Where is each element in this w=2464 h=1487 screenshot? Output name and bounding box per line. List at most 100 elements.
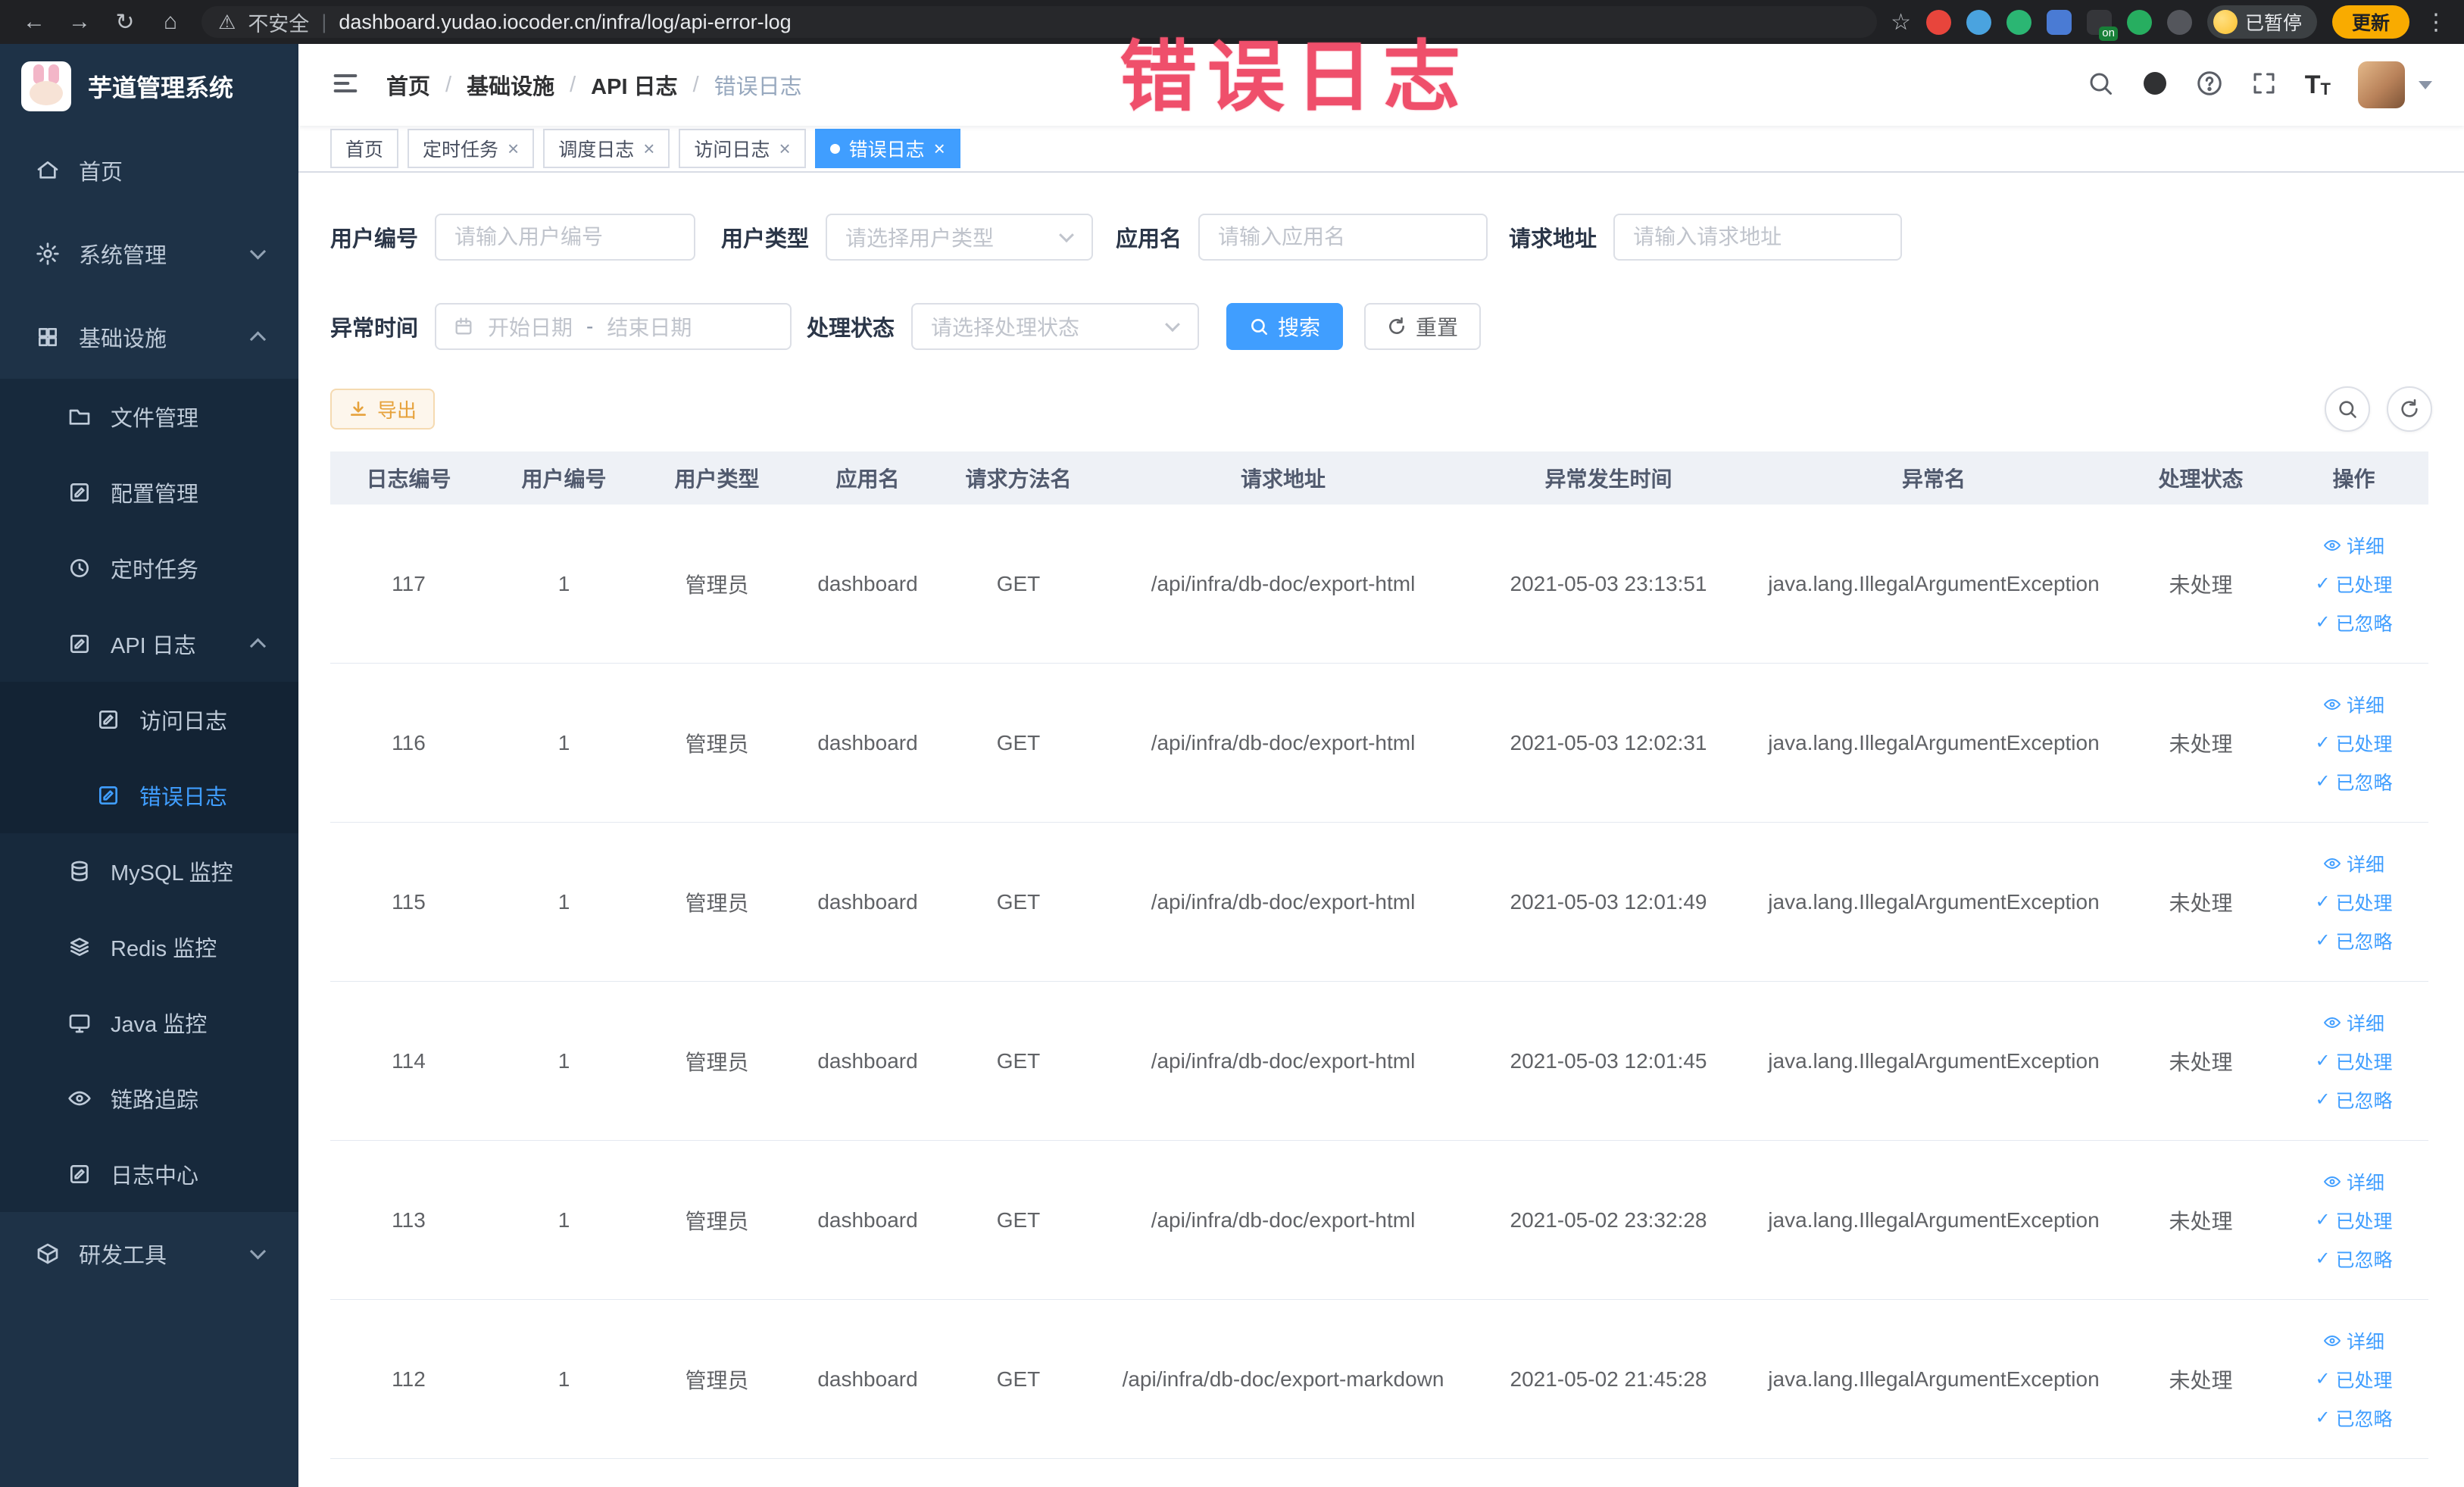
detail-link[interactable]: 详细 [2323, 532, 2384, 559]
ignored-link[interactable]: ✓ 已忽略 [2315, 1404, 2392, 1432]
ignored-link[interactable]: ✓ 已忽略 [2315, 609, 2392, 636]
check-icon: ✓ [2315, 1050, 2331, 1071]
avatar[interactable] [2358, 61, 2405, 108]
process-status-select[interactable]: 请选择处理状态 [911, 303, 1200, 350]
sidebar-item-infrastructure[interactable]: 基础设施 [0, 295, 298, 379]
browser-menu-icon[interactable]: ⋮ [2425, 9, 2447, 36]
detail-link[interactable]: 详细 [2323, 691, 2384, 718]
extension-icon[interactable]: on [2086, 9, 2118, 41]
sidebar-item-label: 基础设施 [79, 327, 167, 351]
detail-link[interactable]: 详细 [2323, 1327, 2384, 1354]
chevron-down-icon [1165, 317, 1180, 333]
breadcrumb-item[interactable]: API 日志 [591, 69, 677, 101]
address-bar[interactable]: ⚠ 不安全 | dashboard.yudao.iocoder.cn/infra… [201, 6, 1878, 38]
update-button[interactable]: 更新 [2331, 5, 2409, 39]
sidebar-item-access-log[interactable]: 访问日志 [0, 682, 298, 758]
infrastructure-icon [35, 324, 61, 350]
table-header: 日志编号 用户编号 用户类型 应用名 请求方法名 请求地址 异常发生时间 异常名… [330, 451, 2428, 505]
forward-icon[interactable]: → [62, 5, 97, 39]
detail-link[interactable]: 详细 [2323, 1009, 2384, 1036]
request-url-input[interactable] [1613, 214, 1903, 261]
sidebar-item-file-mgmt[interactable]: 文件管理 [0, 379, 298, 455]
ignored-link[interactable]: ✓ 已忽略 [2315, 1086, 2392, 1114]
extension-icon[interactable] [2166, 9, 2192, 35]
user-type-select[interactable]: 请选择用户类型 [826, 214, 1094, 261]
app-name-input[interactable] [1198, 214, 1488, 261]
tab-schedule-log[interactable]: 调度日志 × [543, 129, 670, 168]
back-icon[interactable]: ← [17, 5, 52, 39]
sidebar-logo[interactable]: 芋道管理系统 [0, 44, 298, 129]
update-label: 更新 [2351, 13, 2390, 34]
fullscreen-icon[interactable] [2250, 70, 2278, 101]
close-icon[interactable]: × [934, 139, 945, 158]
tab-home[interactable]: 首页 [330, 129, 399, 168]
reload-icon[interactable]: ↻ [108, 5, 142, 39]
processed-link[interactable]: ✓ 已处理 [2315, 729, 2392, 757]
tab-error-log[interactable]: 错误日志 × [814, 129, 960, 168]
close-icon[interactable]: × [779, 139, 790, 158]
detail-link[interactable]: 详细 [2323, 1168, 2384, 1195]
sidebar-item-label: 链路追踪 [111, 1089, 199, 1113]
sidebar-item-scheduled-jobs[interactable]: 定时任务 [0, 530, 298, 606]
processed-link[interactable]: ✓ 已处理 [2315, 1366, 2392, 1393]
font-size-icon[interactable]: TT [2305, 72, 2331, 98]
sidebar-item-system-mgmt[interactable]: 系统管理 [0, 212, 298, 295]
processed-link[interactable]: ✓ 已处理 [2315, 1048, 2392, 1075]
sidebar-item-error-log[interactable]: 错误日志 [0, 758, 298, 833]
close-icon[interactable]: × [507, 139, 519, 158]
ignored-link[interactable]: ✓ 已忽略 [2315, 927, 2392, 954]
user-id-input[interactable] [435, 214, 696, 261]
sidebar-item-label: Redis 监控 [111, 937, 217, 961]
github-icon[interactable] [2141, 70, 2169, 101]
extension-icon[interactable] [1966, 9, 1991, 35]
paused-button[interactable]: 已暂停 [2206, 5, 2317, 39]
security-label: 不安全 [248, 12, 310, 36]
chevron-down-icon [1059, 227, 1074, 243]
extension-icon[interactable] [2046, 9, 2072, 35]
process-status-label: 处理状态 [807, 317, 895, 341]
ignored-link[interactable]: ✓ 已忽略 [2315, 1245, 2392, 1273]
sidebar-item-api-logs[interactable]: API 日志 [0, 606, 298, 682]
bookmark-star-icon[interactable]: ☆ [1891, 9, 1911, 36]
sidebar-item-label: API 日志 [111, 634, 196, 658]
sidebar-item-label: Java 监控 [111, 1013, 208, 1037]
sidebar-item-home[interactable]: 首页 [0, 129, 298, 212]
tab-scheduled-jobs[interactable]: 定时任务 × [408, 129, 535, 168]
sidebar-toggle-icon[interactable] [330, 68, 361, 102]
layers-icon [67, 934, 92, 960]
processed-link[interactable]: ✓ 已处理 [2315, 889, 2392, 916]
extension-icon[interactable] [2126, 9, 2152, 35]
extension-icon[interactable] [2006, 9, 2031, 35]
refresh-button[interactable] [2387, 386, 2432, 432]
breadcrumb-item[interactable]: 首页 [386, 69, 430, 101]
sidebar-item-log-center[interactable]: 日志中心 [0, 1136, 298, 1212]
search-toggle-button[interactable] [2325, 386, 2370, 432]
sidebar-item-java-monitor[interactable]: Java 监控 [0, 985, 298, 1061]
breadcrumb-item[interactable]: 基础设施 [467, 69, 554, 101]
sidebar-item-mysql-monitor[interactable]: MySQL 监控 [0, 833, 298, 909]
sidebar-item-dev-tools[interactable]: 研发工具 [0, 1212, 298, 1295]
close-icon[interactable]: × [643, 139, 654, 158]
ignored-link[interactable]: ✓ 已忽略 [2315, 768, 2392, 795]
tags-view: 首页 定时任务 × 调度日志 × 访问日志 × 错误日志 × [298, 126, 2464, 173]
clock-icon [67, 555, 92, 581]
sidebar-item-trace[interactable]: 链路追踪 [0, 1061, 298, 1136]
sidebar-menu: 首页 系统管理 基础设施 文件管理 配置管理 定时任务 API 日志 访问日志 … [0, 129, 298, 1295]
search-icon[interactable] [2087, 70, 2114, 101]
sidebar-item-redis-monitor[interactable]: Redis 监控 [0, 909, 298, 985]
help-icon[interactable] [2196, 70, 2223, 101]
processed-link[interactable]: ✓ 已处理 [2315, 1207, 2392, 1234]
date-range-picker[interactable]: 开始日期 - 结束日期 [435, 303, 792, 350]
export-button[interactable]: 导出 [330, 389, 436, 430]
sidebar-item-config-mgmt[interactable]: 配置管理 [0, 455, 298, 530]
extension-icon[interactable] [1925, 9, 1951, 35]
check-icon: ✓ [2315, 611, 2331, 633]
search-button[interactable]: 搜索 [1226, 303, 1344, 350]
home-icon[interactable]: ⌂ [153, 5, 188, 39]
caret-down-icon[interactable] [2419, 80, 2432, 89]
processed-link[interactable]: ✓ 已处理 [2315, 570, 2392, 598]
eye-icon [2323, 1335, 2341, 1346]
reset-button[interactable]: 重置 [1364, 303, 1482, 350]
tab-access-log[interactable]: 访问日志 × [679, 129, 806, 168]
detail-link[interactable]: 详细 [2323, 850, 2384, 877]
